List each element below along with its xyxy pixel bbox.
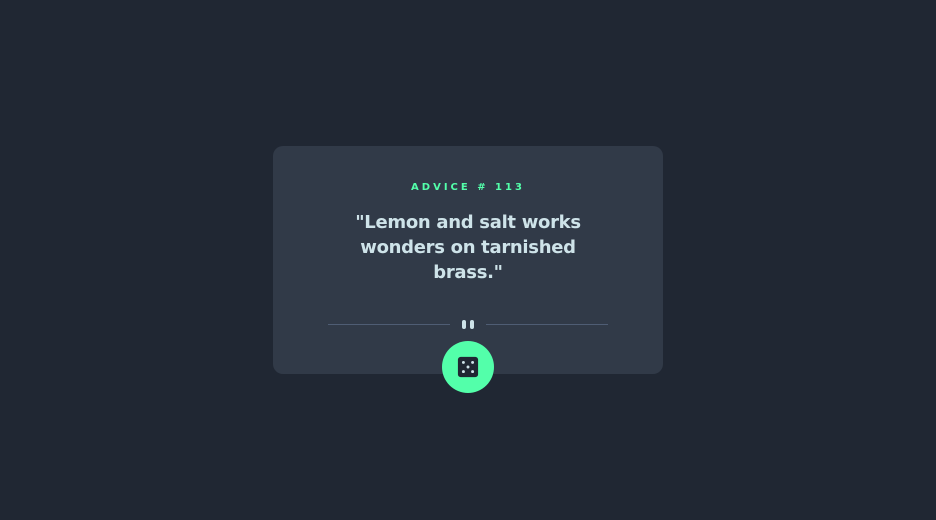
divider-line-right <box>486 323 608 325</box>
divider <box>328 318 608 330</box>
dice-icon <box>457 356 479 378</box>
advice-id: ADVICE # 113 <box>411 182 525 193</box>
advice-card: ADVICE # 113 "Lemon and salt works wonde… <box>273 146 663 374</box>
advice-page: ADVICE # 113 "Lemon and salt works wonde… <box>0 0 936 520</box>
pause-icon <box>462 319 474 329</box>
divider-line-left <box>328 323 450 325</box>
generate-advice-button[interactable] <box>442 341 494 393</box>
advice-quote: "Lemon and salt works wonders on tarnish… <box>355 212 581 283</box>
